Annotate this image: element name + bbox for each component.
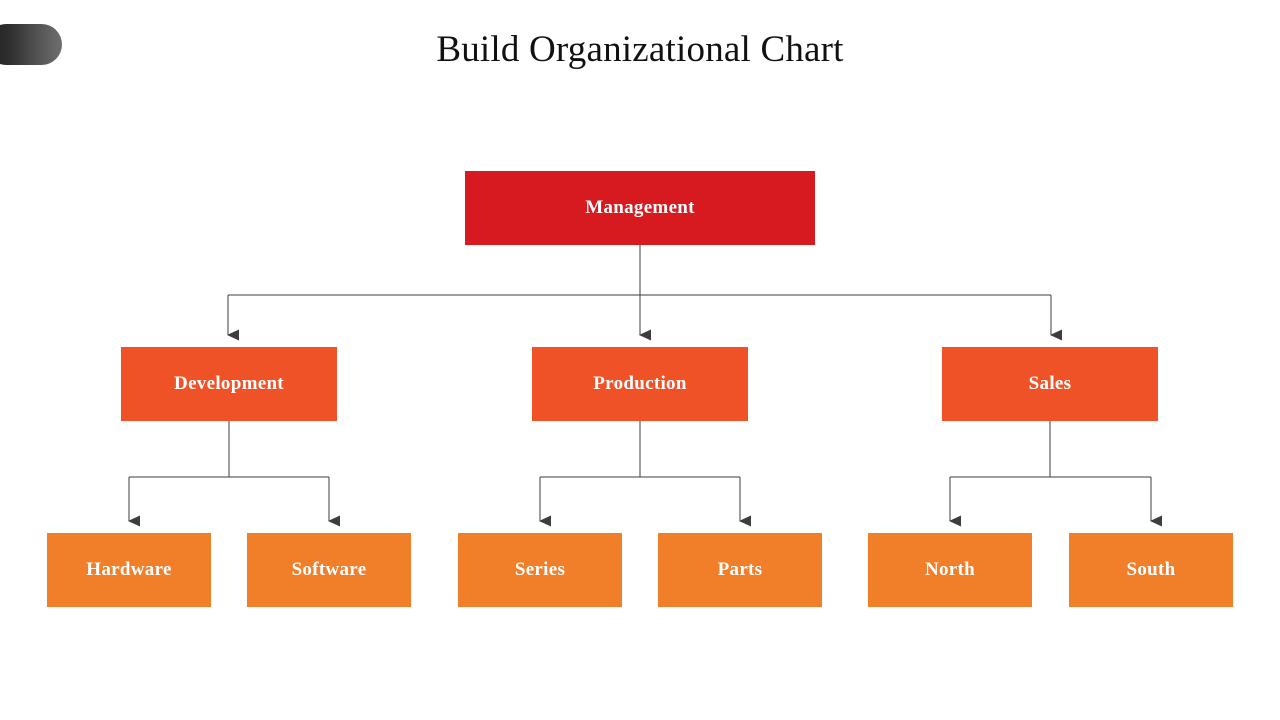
node-development[interactable]: Development [121, 347, 337, 421]
node-software[interactable]: Software [247, 533, 411, 607]
node-label: Management [585, 197, 695, 218]
node-series[interactable]: Series [458, 533, 622, 607]
node-parts[interactable]: Parts [658, 533, 822, 607]
node-label: South [1126, 559, 1176, 580]
slide-canvas: Build Organizational Chart Management De… [0, 0, 1280, 720]
node-label: Development [174, 373, 284, 394]
node-label: Production [593, 373, 687, 394]
node-label: North [924, 559, 976, 580]
node-north[interactable]: North [868, 533, 1032, 607]
node-hardware[interactable]: Hardware [47, 533, 211, 607]
node-production[interactable]: Production [532, 347, 748, 421]
node-label: Series [514, 559, 566, 580]
node-label: Hardware [86, 559, 172, 580]
node-label: Sales [1028, 373, 1072, 394]
organizational-chart: Management Development Production Sales … [0, 0, 1280, 720]
node-management[interactable]: Management [465, 171, 815, 245]
node-label: Parts [717, 559, 763, 580]
node-label: Software [291, 559, 367, 580]
node-sales[interactable]: Sales [942, 347, 1158, 421]
node-south[interactable]: South [1069, 533, 1233, 607]
